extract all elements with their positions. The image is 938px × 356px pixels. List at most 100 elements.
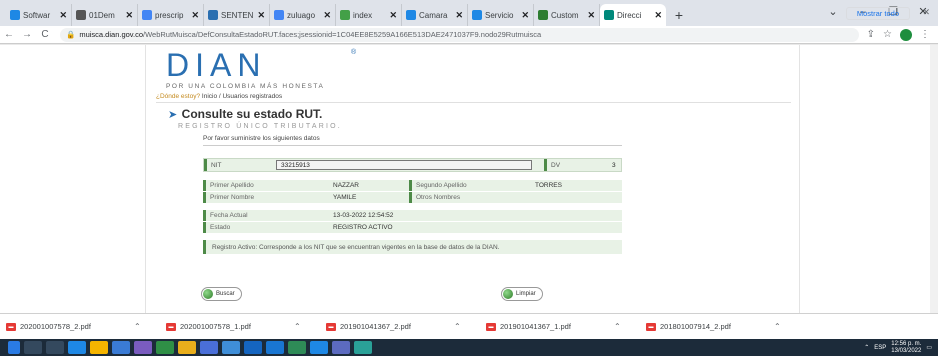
app-icon[interactable] [266,341,284,354]
slogan: POR UNA COLOMBIA MÁS HONESTA [166,83,325,90]
menu-icon[interactable]: ⋮ [920,29,930,40]
tab-label: zuluago [287,10,316,20]
download-menu-chevron-icon[interactable]: ⌃ [614,322,621,331]
network-icon[interactable]: ⌃ [864,344,869,351]
nit-label: NIT [204,159,276,171]
url-host: muisca.dian.gov.co [79,30,143,39]
browser-tab[interactable]: Direcci ✕ [600,4,666,26]
clock[interactable]: 12:56 p. m. 13/03/2022 [891,341,921,355]
file-explorer-icon[interactable] [90,341,108,354]
result-row: Fecha Actual 13-03-2022 12:54:52 [203,210,622,222]
browser-tab[interactable]: zuluago ✕ [270,4,336,26]
tab-label: SENTEN [221,10,254,20]
tab-label: Direcci [617,10,642,20]
tab-close-icon[interactable]: ✕ [59,10,67,21]
tab-close-icon[interactable]: ✕ [257,10,265,21]
tab-close-icon[interactable]: ✕ [191,10,199,21]
download-menu-chevron-icon[interactable]: ⌃ [774,322,781,331]
browser-tab[interactable]: Custom ✕ [534,4,600,26]
store-icon[interactable] [112,341,130,354]
nit-input[interactable]: 33215913 [276,160,532,170]
download-menu-chevron-icon[interactable]: ⌃ [454,322,461,331]
app-icon[interactable] [288,341,306,354]
share-icon[interactable]: ⇪ [867,29,875,40]
primer-apellido-label: Primer Apellido [203,180,329,191]
app-icon[interactable] [200,341,218,354]
browser-tab-strip: Softwar ✕ 01Dem ✕ prescrip ✕ SENTEN ✕ zuluago ✕ in… [0,0,938,26]
language-indicator[interactable]: ESP [874,345,886,351]
task-view-icon[interactable] [46,341,64,354]
chrome-icon[interactable] [178,341,196,354]
browser-tab[interactable]: Softwar ✕ [6,4,72,26]
new-tab-button[interactable]: + [666,4,692,26]
reload-icon[interactable]: C [36,29,54,40]
app-icon[interactable] [134,341,152,354]
tab-close-icon[interactable]: ✕ [521,10,529,21]
tab-favicon-icon [538,10,548,20]
notifications-icon[interactable]: ▭ [926,344,932,351]
browser-tab[interactable]: index ✕ [336,4,402,26]
download-item[interactable]: ▬ 202001007578_2.pdf ⌃ [6,322,166,331]
page-scrollbar[interactable] [930,45,938,313]
tab-close-icon[interactable]: ✕ [323,10,331,21]
tab-favicon-icon [274,10,284,20]
page-sheet: DIAN ® POR UNA COLOMBIA MÁS HONESTA ¿Dón… [145,45,800,313]
app-icon[interactable] [244,341,262,354]
tab-close-icon[interactable]: ✕ [389,10,397,21]
forward-icon[interactable]: → [18,29,36,40]
tab-close-icon[interactable]: ✕ [455,10,463,21]
show-all-button[interactable]: Mostrar todo [845,7,910,20]
app-icon[interactable] [310,341,328,354]
rut-form: Por favor suministre los siguientes dato… [203,135,622,254]
tab-search-icon[interactable]: ⌄ [818,0,848,24]
close-downloads-icon[interactable]: ✕ [922,7,930,18]
download-item[interactable]: ▬ 201901041367_1.pdf ⌃ [486,322,646,331]
estado-label: Estado [203,222,329,233]
dv-label: DV [544,159,606,171]
url-field[interactable]: 🔒 muisca.dian.gov.co/WebRutMuisca/DefCon… [60,27,859,42]
download-menu-chevron-icon[interactable]: ⌃ [294,322,301,331]
app-icon[interactable] [222,341,240,354]
fecha-label: Fecha Actual [203,210,329,221]
browser-tab[interactable]: SENTEN ✕ [204,4,270,26]
download-filename: 201901041367_2.pdf [340,322,411,331]
buscar-label: Buscar [216,291,235,297]
clock-date: 13/03/2022 [891,347,922,354]
limpiar-button[interactable]: Limpiar [501,287,543,301]
tab-close-icon[interactable]: ✕ [125,10,133,21]
result-row: Primer Apellido NAZZAR Segundo Apellido … [203,180,622,192]
browser-tab[interactable]: 01Dem ✕ [72,4,138,26]
logo-registered-mark: ® [351,49,357,56]
result-row: Primer Nombre YAMILE Otros Nombres [203,192,622,204]
edge-icon[interactable] [68,341,86,354]
tab-label: prescrip [155,10,184,20]
download-item[interactable]: ▬ 201801007914_2.pdf ⌃ [646,322,806,331]
bookmark-star-icon[interactable]: ☆ [883,29,892,40]
page-viewport: DIAN ® POR UNA COLOMBIA MÁS HONESTA ¿Dón… [0,45,938,313]
download-item[interactable]: ▬ 202001007578_1.pdf ⌃ [166,322,326,331]
download-menu-chevron-icon[interactable]: ⌃ [134,322,141,331]
tab-close-icon[interactable]: ✕ [654,10,662,21]
breadcrumb-path[interactable]: Inicio / Usuarios registrados [200,93,282,100]
windows-taskbar: ⌃ ESP 12:56 p. m. 13/03/2022 ▭ [0,339,938,356]
buscar-button[interactable]: Buscar [201,287,242,301]
back-icon[interactable]: ← [0,29,18,40]
browser-tab[interactable]: prescrip ✕ [138,4,204,26]
primer-apellido-value: NAZZAR [333,182,359,189]
app-icon[interactable] [354,341,372,354]
tab-favicon-icon [76,10,86,20]
fecha-value: 13-03-2022 12:54:52 [333,212,394,219]
tab-label: Softwar [23,10,51,20]
browser-tab[interactable]: Camara ✕ [402,4,468,26]
breadcrumb-where[interactable]: ¿Dónde estoy? [156,93,200,100]
app-icon[interactable] [332,341,350,354]
download-item[interactable]: ▬ 201901041367_2.pdf ⌃ [326,322,486,331]
search-icon[interactable] [24,341,42,354]
search-icon [203,289,213,299]
app-icon[interactable] [156,341,174,354]
profile-avatar[interactable] [900,28,912,41]
tab-favicon-icon [208,10,218,20]
browser-tab[interactable]: Servicio ✕ [468,4,534,26]
tab-close-icon[interactable]: ✕ [587,10,595,21]
start-icon[interactable] [8,341,20,354]
